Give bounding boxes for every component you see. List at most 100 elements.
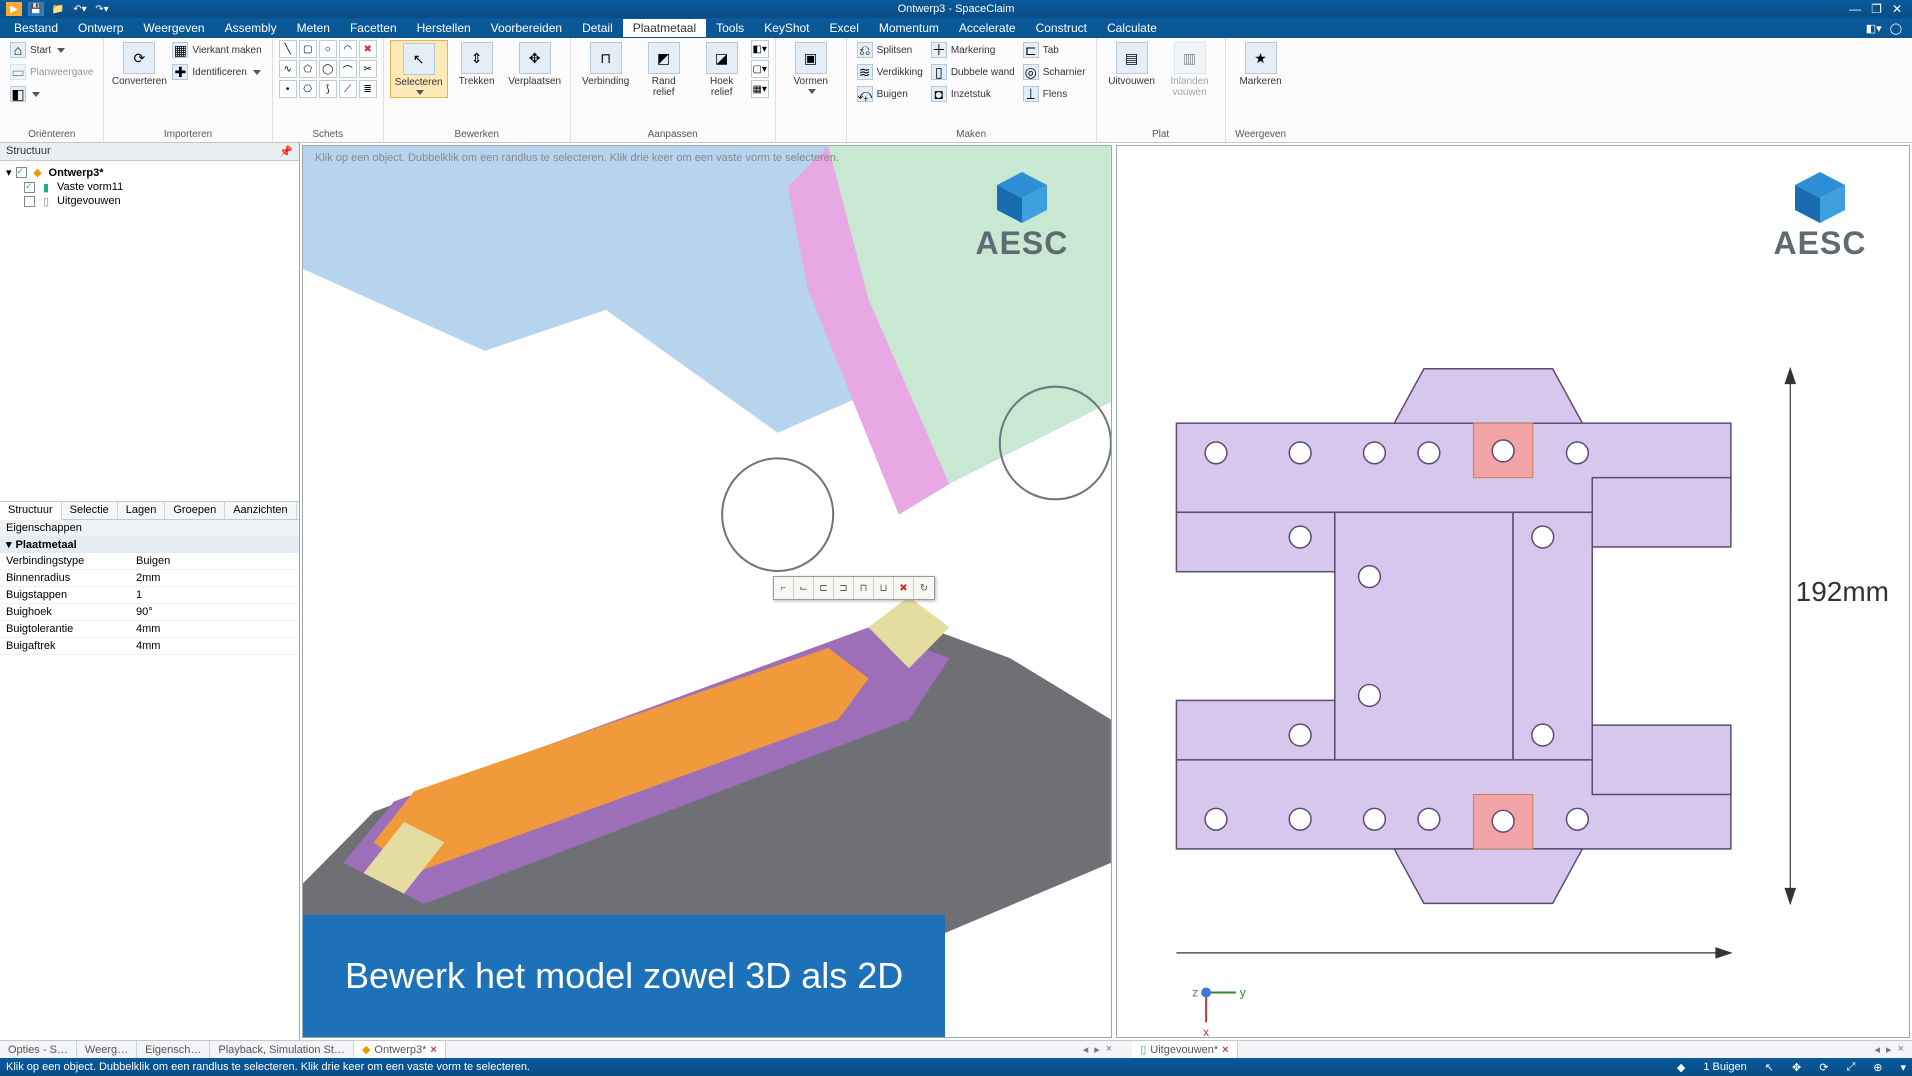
menu-calculate[interactable]: Calculate <box>1097 19 1167 37</box>
doc-tab-active[interactable]: ◆ Ontwerp3* × <box>354 1041 446 1058</box>
property-value[interactable]: 2mm <box>130 570 299 586</box>
menu-keyshot[interactable]: KeyShot <box>754 19 819 37</box>
menu-bestand[interactable]: Bestand <box>4 19 68 37</box>
menu-facetten[interactable]: Facetten <box>340 19 407 37</box>
menu-construct[interactable]: Construct <box>1026 19 1097 37</box>
mt-btn-2[interactable]: ⌙ <box>794 577 814 599</box>
circle-tool-icon[interactable]: ○ <box>319 40 337 58</box>
close-tab-icon[interactable]: × <box>430 1044 436 1056</box>
selecteren-button[interactable]: ↖Selecteren <box>390 40 448 98</box>
panel-tab-groepen[interactable]: Groepen <box>165 502 225 519</box>
splitsen-button[interactable]: ⎌Splitsen <box>853 40 927 60</box>
project-tool-icon[interactable]: ≣ <box>359 80 377 98</box>
close-tab-icon[interactable]: × <box>1222 1044 1228 1056</box>
buigen-button[interactable]: ⤽Buigen <box>853 84 927 104</box>
sb-tool-3[interactable]: ⟳ <box>1819 1061 1828 1074</box>
property-value[interactable]: 4mm <box>130 638 299 654</box>
panel-tab-aanzichten[interactable]: Aanzichten <box>225 502 296 519</box>
property-value[interactable]: 1 <box>130 587 299 603</box>
mt-btn-5[interactable]: ⊓ <box>854 577 874 599</box>
start-button[interactable]: ⌂Start <box>6 40 97 60</box>
menu-weergeven[interactable]: Weergeven <box>133 19 214 37</box>
mt-btn-8[interactable]: ↻ <box>914 577 934 599</box>
inzetstuk-button[interactable]: ◘Inzetstuk <box>927 84 1019 104</box>
close-button[interactable]: ✕ <box>1892 2 1902 16</box>
doc-tab-right[interactable]: ▯ Uitgevouwen* × <box>1132 1041 1237 1058</box>
property-row[interactable]: Buigstappen1 <box>0 587 299 604</box>
mt-btn-4[interactable]: ⊐ <box>834 577 854 599</box>
doc-tab-segment[interactable]: Eigensch… <box>137 1041 210 1058</box>
tab-button[interactable]: ⊏Tab <box>1019 40 1090 60</box>
redo-icon[interactable]: ↷▾ <box>94 2 110 16</box>
verplaatsen-button[interactable]: ✥Verplaatsen <box>506 40 564 89</box>
menu-momentum[interactable]: Momentum <box>869 19 949 37</box>
property-row[interactable]: Buighoek90° <box>0 604 299 621</box>
pin-icon[interactable]: 📌 <box>279 145 293 158</box>
menu-herstellen[interactable]: Herstellen <box>407 19 481 37</box>
identificeren-button[interactable]: ✚Identificeren <box>168 62 265 82</box>
polygon-tool-icon[interactable]: ⬠ <box>299 60 317 78</box>
scharnier-button[interactable]: ◎Scharnier <box>1019 62 1090 82</box>
panel-tab-lagen[interactable]: Lagen <box>118 502 166 519</box>
structure-tree[interactable]: ▾ ◆ Ontwerp3* ▮ Vaste vorm11 ▯ Uitgevouw… <box>0 161 299 501</box>
ellipse-tool-icon[interactable]: ◯ <box>319 60 337 78</box>
randrelief-button[interactable]: ◩Rand relief <box>635 40 693 100</box>
tab2-scroll-left[interactable]: ◂ <box>1874 1043 1880 1056</box>
point-tool-icon[interactable]: • <box>279 80 297 98</box>
sb-tool-1[interactable]: ↖ <box>1765 1061 1774 1074</box>
flens-button[interactable]: ⟘Flens <box>1019 84 1090 104</box>
tab2-scroll-right[interactable]: ▸ <box>1886 1043 1892 1056</box>
property-value[interactable]: 90° <box>130 604 299 620</box>
tree-child-solid[interactable]: ▮ Vaste vorm11 <box>6 180 293 194</box>
viewport-3d[interactable]: Klik op een object. Dubbelklik om een ra… <box>302 145 1112 1038</box>
menu-ontwerp[interactable]: Ontwerp <box>68 19 133 37</box>
verbinding-button[interactable]: ⊓Verbinding <box>577 40 635 89</box>
sb-tool-2[interactable]: ✥ <box>1792 1061 1801 1074</box>
properties-section[interactable]: ▾Plaatmetaal <box>0 536 299 553</box>
panel-tab-structuur[interactable]: Structuur <box>0 502 62 520</box>
vormen-button[interactable]: ▣Vormen <box>782 40 840 96</box>
relief-opt1-icon[interactable]: ◧▾ <box>751 40 769 58</box>
mt-btn-6[interactable]: ⊔ <box>874 577 894 599</box>
help-icon[interactable]: ◯ <box>1890 22 1902 35</box>
mt-btn-7[interactable]: ✖ <box>894 577 914 599</box>
delete-tool-icon[interactable]: ✖ <box>359 40 377 58</box>
tree-child-unfold[interactable]: ▯ Uitgevouwen <box>6 194 293 208</box>
property-value[interactable]: 4mm <box>130 621 299 637</box>
menu-excel[interactable]: Excel <box>820 19 869 37</box>
verdikking-button[interactable]: ≋Verdikking <box>853 62 927 82</box>
doc-tab-segment[interactable]: Playback, Simulation St… <box>210 1041 354 1058</box>
tab-scroll-right[interactable]: ▸ <box>1094 1043 1100 1056</box>
appearance-icon[interactable]: ◧▾ <box>1866 22 1882 35</box>
dubbelewand-button[interactable]: ▯Dubbele wand <box>927 62 1019 82</box>
rect-tool-icon[interactable]: ▢ <box>299 40 317 58</box>
offset-tool-icon[interactable]: ⎔ <box>299 80 317 98</box>
property-row[interactable]: Buigaftrek4mm <box>0 638 299 655</box>
menu-voorbereiden[interactable]: Voorbereiden <box>481 19 572 37</box>
relief-opt3-icon[interactable]: ▦▾ <box>751 80 769 98</box>
menu-detail[interactable]: Detail <box>572 19 623 37</box>
tab2-close-all[interactable]: × <box>1898 1043 1904 1056</box>
menu-tools[interactable]: Tools <box>706 19 754 37</box>
tab-scroll-left[interactable]: ◂ <box>1083 1043 1089 1056</box>
property-row[interactable]: Buigtolerantie4mm <box>0 621 299 638</box>
mt-btn-3[interactable]: ⊏ <box>814 577 834 599</box>
view-extra-button[interactable]: ◧ <box>6 84 97 104</box>
relief-opt2-icon[interactable]: ▢▾ <box>751 60 769 78</box>
markering-button[interactable]: ＋Markering <box>927 40 1019 60</box>
open-icon[interactable]: 📁 <box>50 2 66 16</box>
sb-tool-5[interactable]: ⊕ <box>1873 1061 1882 1074</box>
converteren-button[interactable]: ⟳Converteren <box>110 40 168 89</box>
tab-close-all[interactable]: × <box>1106 1043 1112 1056</box>
property-row[interactable]: VerbindingstypeBuigen <box>0 553 299 570</box>
menu-accelerate[interactable]: Accelerate <box>949 19 1026 37</box>
sb-tool-6[interactable]: ▾ <box>1900 1061 1906 1074</box>
vierkant-button[interactable]: ▦Vierkant maken <box>168 40 265 60</box>
line-tool-icon[interactable]: ╲ <box>279 40 297 58</box>
inlanden-button[interactable]: ▥Inlanden vouwen <box>1161 40 1219 100</box>
doc-tab-segment[interactable]: Weerg… <box>77 1041 137 1058</box>
fillet-tool-icon[interactable]: ⟆ <box>319 80 337 98</box>
undo-icon[interactable]: ↶▾ <box>72 2 88 16</box>
arc3-tool-icon[interactable]: ⌒ <box>339 60 357 78</box>
menu-plaatmetaal[interactable]: Plaatmetaal <box>623 19 706 37</box>
